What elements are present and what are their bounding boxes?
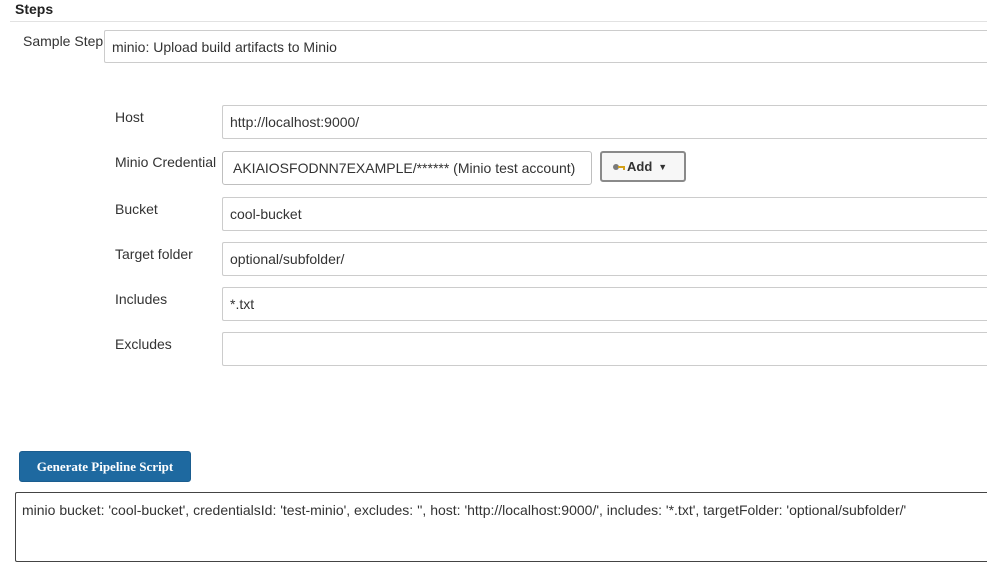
caret-down-icon: ▼ (658, 161, 668, 172)
sample-step-select[interactable]: minio: Upload build artifacts to Minio (104, 30, 987, 63)
generate-pipeline-script-button[interactable]: Generate Pipeline Script (19, 451, 191, 482)
host-label: Host (115, 109, 144, 125)
pipeline-script-text: minio bucket: 'cool-bucket', credentials… (22, 502, 907, 518)
credential-select[interactable]: AKIAIOSFODNN7EXAMPLE/****** (Minio test … (222, 151, 592, 185)
key-icon (613, 163, 625, 170)
credential-label: Minio Credential (115, 154, 217, 170)
target-folder-label: Target folder (115, 246, 193, 262)
sample-step-value: minio: Upload build artifacts to Minio (112, 38, 337, 55)
bucket-input[interactable]: cool-bucket (222, 197, 987, 231)
pipeline-script-output[interactable]: minio bucket: 'cool-bucket', credentials… (15, 492, 987, 562)
sample-step-label: Sample Step (23, 33, 104, 49)
credential-value: AKIAIOSFODNN7EXAMPLE/****** (Minio test … (233, 160, 576, 176)
target-folder-value: optional/subfolder/ (230, 251, 345, 267)
host-input[interactable]: http://localhost:9000/ (222, 105, 987, 139)
excludes-label: Excludes (115, 336, 172, 352)
add-label: Add (627, 159, 653, 174)
add-credential-button[interactable]: Add ▼ (600, 151, 686, 182)
bucket-label: Bucket (115, 201, 158, 217)
section-divider (10, 21, 987, 22)
includes-value: *.txt (230, 296, 255, 312)
section-title: Steps (15, 1, 54, 17)
includes-input[interactable]: *.txt (222, 287, 987, 321)
host-value: http://localhost:9000/ (230, 114, 360, 130)
excludes-input[interactable] (222, 332, 987, 366)
bucket-value: cool-bucket (230, 206, 302, 222)
target-folder-input[interactable]: optional/subfolder/ (222, 242, 987, 276)
includes-label: Includes (115, 291, 168, 307)
